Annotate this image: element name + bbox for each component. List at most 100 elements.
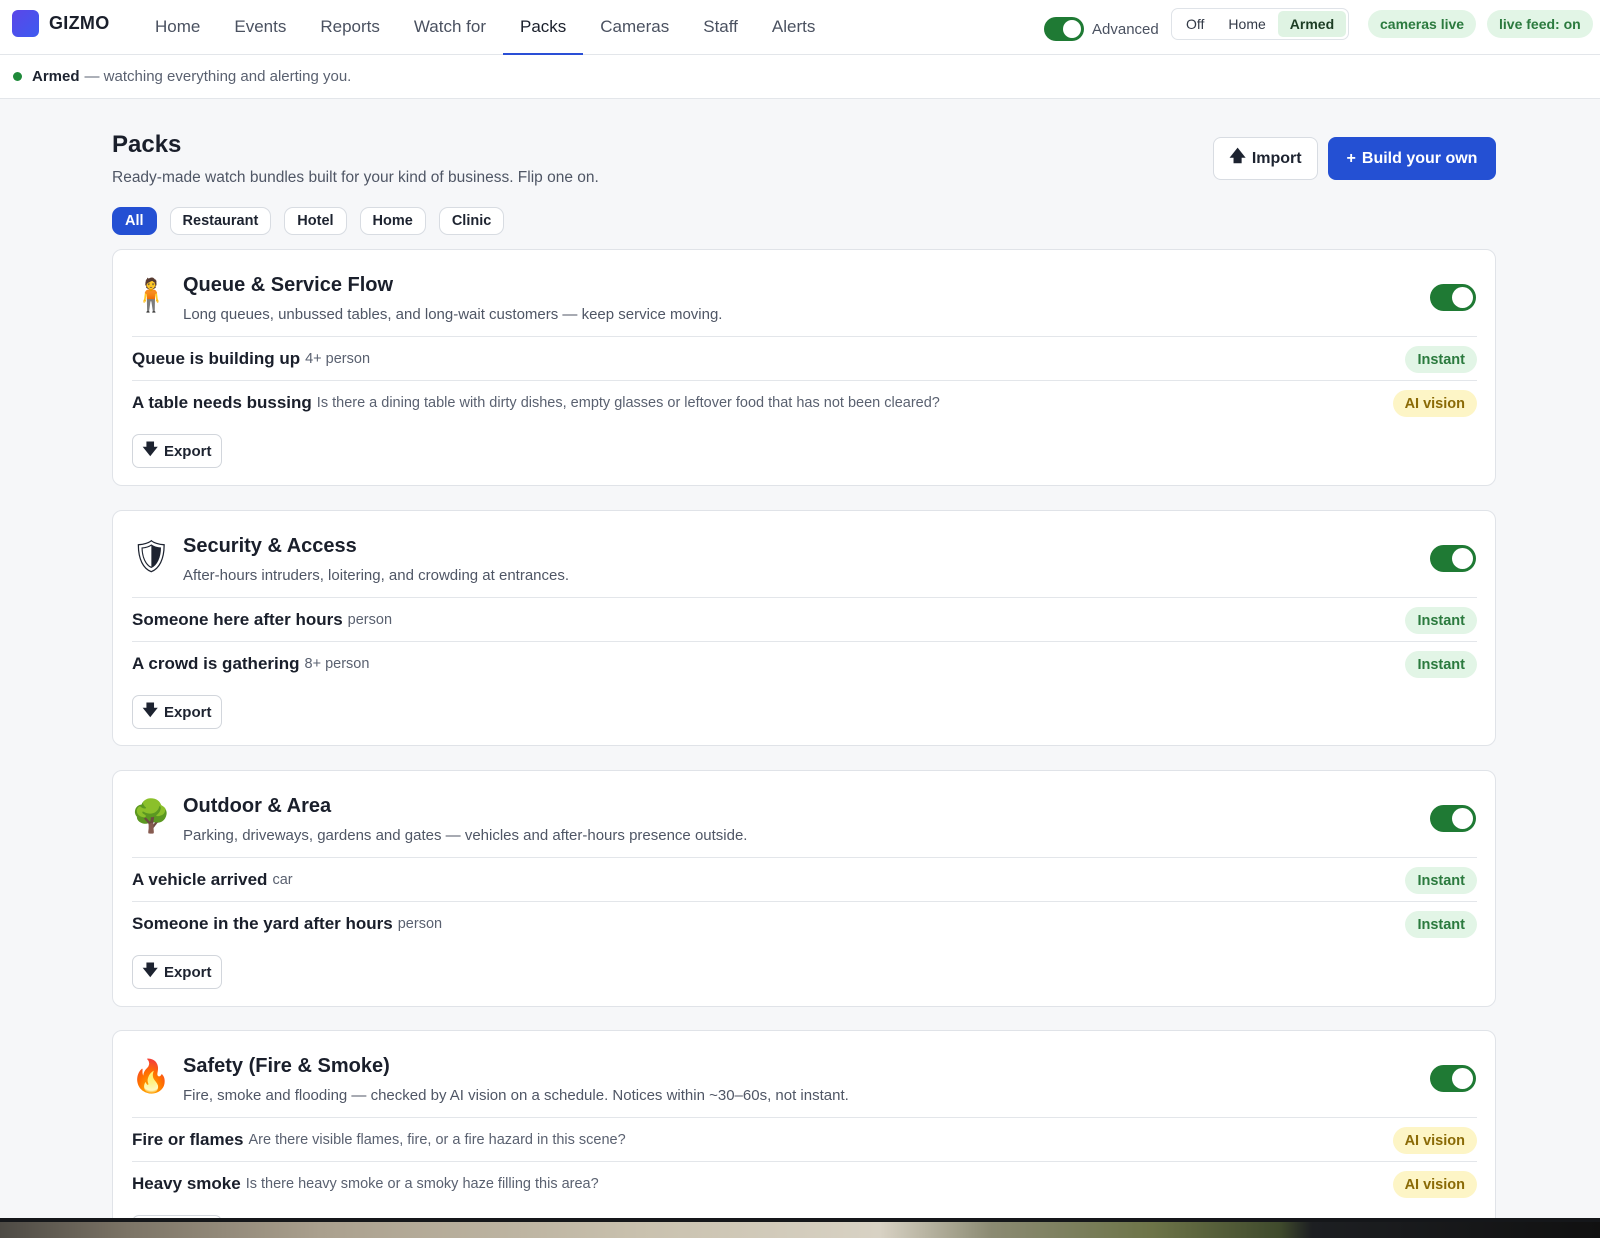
filter-hotel[interactable]: Hotel <box>284 207 347 235</box>
pack-title: Outdoor & Area <box>183 795 332 817</box>
advanced-label: Advanced <box>1092 20 1159 38</box>
import-label: Import <box>1251 149 1302 167</box>
pack-rule-row[interactable]: Heavy smoke Is there heavy smoke or a sm… <box>132 1161 1477 1205</box>
status-message: — watching everything and alerting you. <box>84 68 352 85</box>
nav-events[interactable]: Events <box>217 0 303 54</box>
fire-icon: 🔥 <box>131 1057 171 1095</box>
pack-enable-toggle[interactable] <box>1430 805 1476 832</box>
pack-card-safety-fire-smoke: 🔥 Safety (Fire & Smoke) Fire, smoke and … <box>112 1030 1496 1238</box>
nav-reports[interactable]: Reports <box>303 0 397 54</box>
pack-description: Long queues, unbussed tables, and long-w… <box>183 306 723 323</box>
pack-rule-row[interactable]: A crowd is gathering 8+ person Instant <box>132 641 1477 685</box>
arrow-down-icon: 🡇 <box>142 961 158 979</box>
arm-mode-selector: Off Home Armed <box>1171 8 1350 40</box>
rule-type-badge: Instant <box>1405 651 1477 678</box>
rule-name: A vehicle arrived <box>132 869 268 889</box>
rule-detail: Is there heavy smoke or a smoky haze fil… <box>245 1175 599 1192</box>
rule-type-badge: AI vision <box>1392 1127 1477 1154</box>
pack-rule-row[interactable]: A vehicle arrived car Instant <box>132 857 1477 901</box>
main-nav: Home Events Reports Watch for Packs Came… <box>138 0 832 55</box>
pack-rule-row[interactable]: Fire or flames Are there visible flames,… <box>132 1117 1477 1161</box>
filter-home[interactable]: Home <box>359 207 426 235</box>
rule-detail: car <box>272 871 293 888</box>
import-button[interactable]: 🡅 Import <box>1213 137 1318 180</box>
pack-description: Fire, smoke and flooding — checked by AI… <box>183 1087 849 1104</box>
build-label: Build your own <box>1361 149 1478 167</box>
export-button[interactable]: 🡇 Export <box>132 434 222 468</box>
nav-home[interactable]: Home <box>138 0 217 54</box>
arrow-down-icon: 🡇 <box>142 440 158 458</box>
shield-icon: 🛡 <box>131 537 172 575</box>
pack-rule-row[interactable]: Someone in the yard after hours person I… <box>132 901 1477 945</box>
page-subtitle: Ready-made watch bundles built for your … <box>112 169 599 186</box>
export-button[interactable]: 🡇 Export <box>132 695 222 729</box>
pack-card-outdoor-area: 🌳 Outdoor & Area Parking, driveways, gar… <box>112 770 1496 1007</box>
pack-rule-row[interactable]: Queue is building up 4+ person Instant <box>132 336 1477 380</box>
filter-all[interactable]: All <box>112 207 157 235</box>
toggle-knob <box>1452 548 1473 569</box>
pack-rule-row[interactable]: A table needs bussing Is there a dining … <box>132 380 1477 424</box>
export-button[interactable]: 🡇 Export <box>132 955 222 989</box>
rule-type-badge: AI vision <box>1392 390 1477 417</box>
nav-packs[interactable]: Packs <box>502 0 584 55</box>
mode-home-button[interactable]: Home <box>1216 11 1277 37</box>
rule-name: Someone in the yard after hours <box>132 913 393 933</box>
rule-type-badge: Instant <box>1405 867 1477 894</box>
rule-name: A crowd is gathering <box>132 653 300 673</box>
rule-type-badge: Instant <box>1405 607 1477 634</box>
toggle-knob <box>1063 20 1081 38</box>
rule-detail: Is there a dining table with dirty dishe… <box>316 394 940 411</box>
pack-enable-toggle[interactable] <box>1430 1065 1476 1092</box>
arrow-up-icon: 🡅 <box>1229 148 1246 165</box>
app-logo-icon <box>12 9 39 37</box>
pack-enable-toggle[interactable] <box>1430 284 1476 311</box>
nav-cameras[interactable]: Cameras <box>583 0 686 54</box>
rule-detail: 4+ person <box>305 350 371 367</box>
rule-name: Queue is building up <box>132 348 301 368</box>
category-filters: All Restaurant Hotel Home Clinic <box>112 207 517 235</box>
toggle-knob <box>1452 1068 1473 1089</box>
status-state: Armed <box>32 68 80 85</box>
pack-title: Queue & Service Flow <box>183 274 394 296</box>
nav-alerts[interactable]: Alerts <box>755 0 832 54</box>
pack-enable-toggle[interactable] <box>1430 545 1476 572</box>
plus-icon: + <box>1346 149 1356 167</box>
mode-off-button[interactable]: Off <box>1174 11 1216 37</box>
build-your-own-button[interactable]: + Build your own <box>1328 137 1496 180</box>
desktop-wallpaper-strip <box>0 1222 1600 1238</box>
app-name: GIZMO <box>49 12 110 33</box>
export-label: Export <box>163 703 212 721</box>
pack-card-queue-service-flow: 🧍 Queue & Service Flow Long queues, unbu… <box>112 249 1496 486</box>
pack-rule-row[interactable]: Someone here after hours person Instant <box>132 597 1477 641</box>
export-label: Export <box>163 442 212 460</box>
toggle-knob <box>1452 808 1473 829</box>
export-label: Export <box>163 963 212 981</box>
rule-type-badge: AI vision <box>1392 1171 1477 1198</box>
pack-title: Safety (Fire & Smoke) <box>183 1055 390 1077</box>
pack-description: After-hours intruders, loitering, and cr… <box>183 567 570 584</box>
rule-type-badge: Instant <box>1405 346 1477 373</box>
filter-restaurant[interactable]: Restaurant <box>169 207 272 235</box>
nav-staff[interactable]: Staff <box>686 0 755 54</box>
rule-type-badge: Instant <box>1405 911 1477 938</box>
status-bar: Armed — watching everything and alerting… <box>0 55 1600 99</box>
person-standing-icon: 🧍 <box>131 276 171 314</box>
rule-detail: Are there visible flames, fire, or a fir… <box>248 1131 626 1148</box>
rule-name: Fire or flames <box>132 1129 244 1149</box>
status-dot-icon <box>13 72 22 81</box>
rule-detail: person <box>347 611 393 628</box>
pack-title: Security & Access <box>183 535 357 557</box>
advanced-toggle[interactable] <box>1044 17 1084 41</box>
rule-name: Heavy smoke <box>132 1173 241 1193</box>
page-title: Packs <box>112 131 182 158</box>
brand[interactable]: GIZMO <box>12 9 110 37</box>
live-feed-badge: live feed: on <box>1487 10 1593 38</box>
pack-card-security-access: 🛡 Security & Access After-hours intruder… <box>112 510 1496 746</box>
mode-armed-button[interactable]: Armed <box>1277 11 1347 37</box>
nav-watch-for[interactable]: Watch for <box>397 0 503 54</box>
arrow-down-icon: 🡇 <box>142 701 158 719</box>
filter-clinic[interactable]: Clinic <box>438 207 505 235</box>
tree-icon: 🌳 <box>131 797 171 835</box>
rule-detail: person <box>397 915 443 932</box>
advanced-toggle-group: Advanced <box>1044 17 1159 41</box>
